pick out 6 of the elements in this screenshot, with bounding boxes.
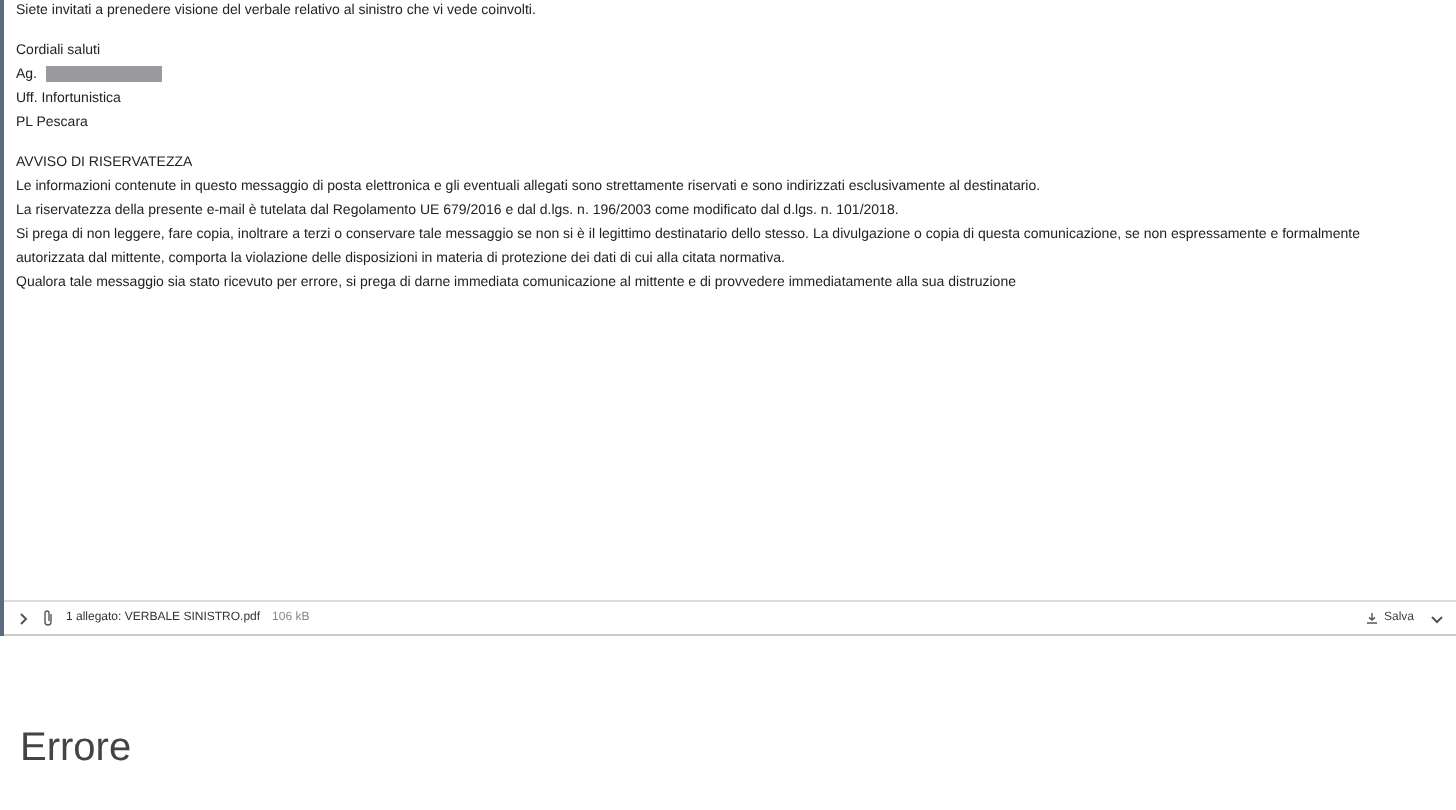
paperclip-icon bbox=[42, 610, 54, 626]
error-title: Errore bbox=[20, 724, 134, 772]
caret-icon[interactable] bbox=[1430, 611, 1444, 625]
expand-icon[interactable] bbox=[16, 611, 30, 625]
download-icon bbox=[1365, 612, 1378, 624]
redaction-bar bbox=[45, 66, 162, 83]
